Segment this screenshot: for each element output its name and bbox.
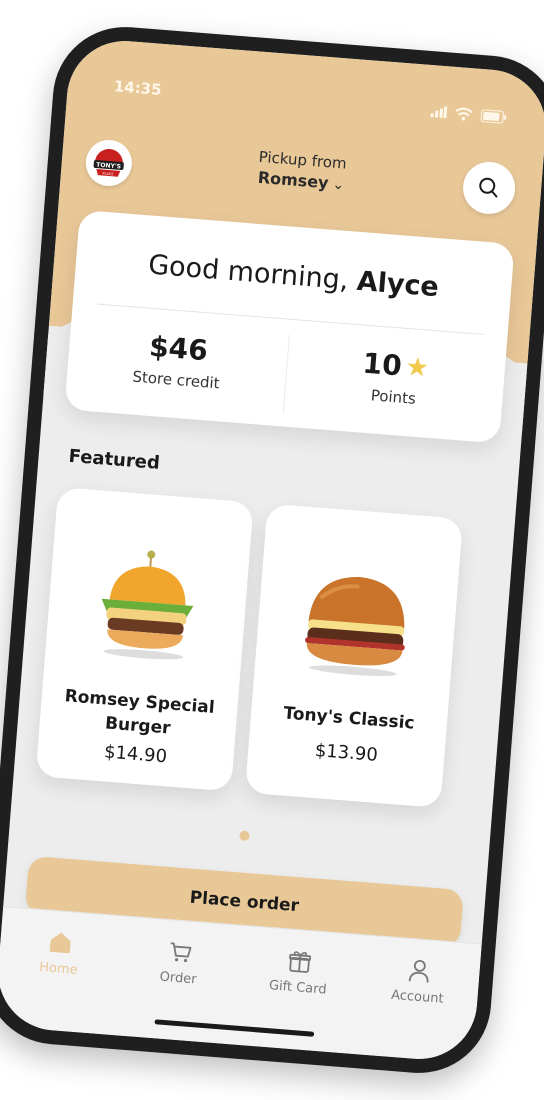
logo-subtext: PLACE xyxy=(102,172,113,177)
points-stat[interactable]: 10 ★ Points xyxy=(283,335,507,432)
greeting-card: Good morning, Alyce $46 Store credit 10 … xyxy=(64,209,515,444)
home-icon xyxy=(49,932,71,954)
special-burger-image xyxy=(101,550,194,660)
battery-icon xyxy=(480,108,507,124)
nav-item-order[interactable]: Order xyxy=(133,936,226,990)
featured-heading: Featured xyxy=(67,445,161,474)
star-icon: ★ xyxy=(404,351,431,384)
status-time: 14:35 xyxy=(113,77,163,99)
product-price: $13.90 xyxy=(314,740,379,766)
nav-label: Account xyxy=(390,987,445,1007)
signal-icon xyxy=(430,106,448,119)
brand-logo[interactable]: TONY'S PLACE xyxy=(84,138,134,188)
phone-frame: 14:35 TONY'S PLACE Pickup from Romsey ⌄ … xyxy=(0,21,544,1079)
greeting-text: Good morning, Alyce xyxy=(75,244,512,309)
product-name: Tony's Classic xyxy=(282,703,416,734)
nav-item-account[interactable]: Account xyxy=(372,954,465,1008)
nav-label: Gift Card xyxy=(268,978,328,998)
tonys-logo-icon: TONY'S PLACE xyxy=(93,149,124,177)
chevron-down-icon: ⌄ xyxy=(331,176,345,194)
nav-label: Order xyxy=(159,969,198,988)
account-icon xyxy=(408,959,429,983)
cart-icon xyxy=(170,942,192,963)
app-screen: 14:35 TONY'S PLACE Pickup from Romsey ⌄ … xyxy=(0,36,544,1064)
wifi-icon xyxy=(455,107,473,120)
product-name: Romsey Special Burger xyxy=(63,686,216,739)
greeting-prefix: Good morning, xyxy=(147,249,350,297)
gift-icon xyxy=(289,951,312,973)
status-icons xyxy=(430,105,507,124)
points-value: 10 xyxy=(361,346,403,383)
nav-item-home[interactable]: Home xyxy=(13,926,106,980)
logo-text: TONY'S xyxy=(96,162,121,171)
classic-burger-image xyxy=(305,576,405,676)
product-card[interactable]: Tony's Classic $13.90 xyxy=(244,503,464,808)
nav-label: Home xyxy=(38,960,79,979)
carousel-indicator[interactable] xyxy=(239,830,250,842)
store-credit-stat[interactable]: $46 Store credit xyxy=(65,317,290,415)
greeting-name: Alyce xyxy=(355,265,440,304)
search-icon xyxy=(479,177,498,198)
product-card[interactable]: Romsey Special Burger $14.90 xyxy=(35,487,254,792)
nav-item-gift-card[interactable]: Gift Card xyxy=(252,945,345,999)
